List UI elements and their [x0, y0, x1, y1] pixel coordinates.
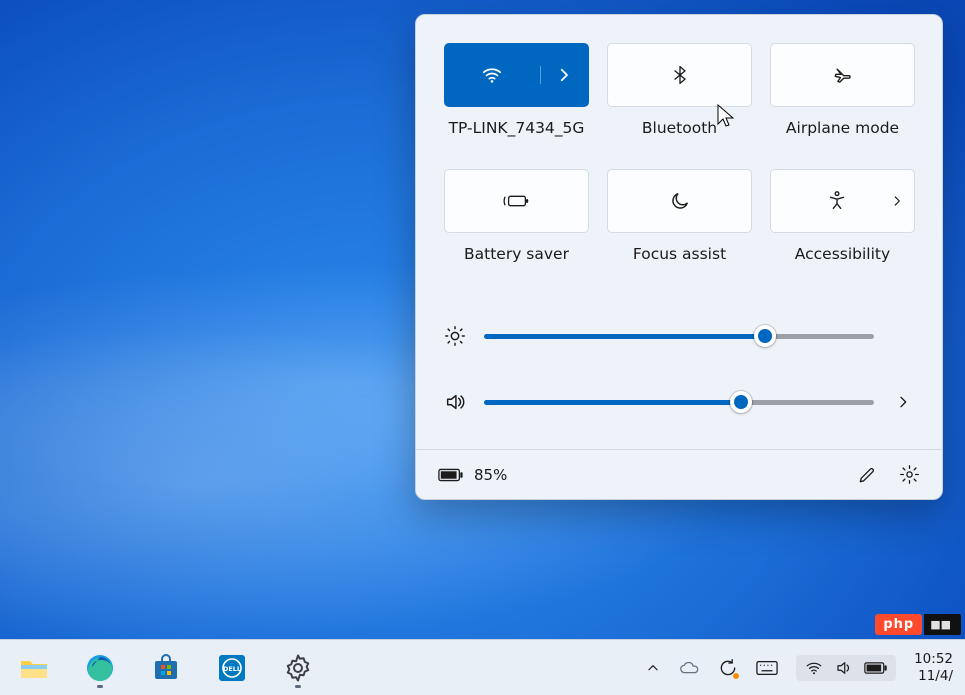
watermark-badge: php ■■ — [875, 614, 961, 635]
volume-row — [444, 391, 914, 413]
battery-pct-label: 85% — [474, 466, 507, 484]
settings-app-icon[interactable] — [276, 646, 320, 690]
edge-browser-icon[interactable] — [78, 646, 122, 690]
file-explorer-icon[interactable] — [12, 646, 56, 690]
tile-wrap-bluetooth: Bluetooth — [607, 43, 752, 159]
tile-wrap-airplane: Airplane mode — [770, 43, 915, 159]
onedrive-tray-icon[interactable] — [678, 660, 700, 676]
tile-label-bluetooth: Bluetooth — [642, 119, 717, 159]
edit-quick-settings-button[interactable] — [857, 465, 877, 485]
system-tray: 10:52 11/4/ — [646, 651, 953, 683]
tile-label-battery-saver: Battery saver — [464, 245, 569, 285]
volume-icon — [444, 391, 466, 413]
tile-focus-assist[interactable] — [607, 169, 752, 233]
svg-text:DELL: DELL — [223, 665, 241, 673]
dell-app-icon[interactable]: DELL — [210, 646, 254, 690]
tile-wrap-wifi: TP-LINK_7434_5G — [444, 43, 589, 159]
tile-wifi-toggle[interactable] — [445, 64, 540, 86]
tile-wrap-focus-assist: Focus assist — [607, 169, 752, 285]
watermark-right: ■■ — [924, 614, 961, 635]
clock-time: 10:52 — [914, 651, 953, 667]
wifi-tray-icon — [804, 659, 824, 677]
windows-update-tray-icon[interactable] — [718, 658, 738, 678]
moon-icon — [669, 190, 691, 212]
accessibility-icon — [826, 190, 848, 212]
volume-tray-icon — [834, 659, 854, 677]
tile-airplane[interactable] — [770, 43, 915, 107]
tile-wifi[interactable] — [444, 43, 589, 107]
quick-settings-footer: 85% — [416, 449, 942, 499]
settings-button[interactable] — [899, 464, 920, 485]
tile-label-focus-assist: Focus assist — [633, 245, 726, 285]
taskbar-clock[interactable]: 10:52 11/4/ — [914, 651, 953, 683]
tile-label-wifi: TP-LINK_7434_5G — [449, 119, 585, 159]
battery-icon — [438, 467, 464, 483]
airplane-icon — [832, 64, 854, 86]
microsoft-store-icon[interactable] — [144, 646, 188, 690]
tile-wrap-battery-saver: Battery saver — [444, 169, 589, 285]
tile-battery-saver[interactable] — [444, 169, 589, 233]
bluetooth-icon — [670, 65, 690, 85]
tile-label-accessibility: Accessibility — [795, 245, 890, 285]
battery-status[interactable]: 85% — [438, 466, 507, 484]
tile-accessibility[interactable] — [770, 169, 915, 233]
brightness-slider[interactable] — [484, 334, 874, 339]
tile-wifi-expand[interactable] — [540, 66, 588, 84]
wifi-icon — [481, 64, 503, 86]
battery-saver-icon — [503, 191, 531, 211]
volume-expand-button[interactable] — [892, 394, 914, 410]
input-indicator-tray-icon[interactable] — [756, 660, 778, 676]
volume-slider[interactable] — [484, 400, 874, 405]
quick-settings-grid: TP-LINK_7434_5G Bluetooth — [444, 43, 914, 285]
brightness-icon — [444, 325, 466, 347]
taskbar-pinned-apps: DELL — [12, 646, 320, 690]
chevron-right-icon — [555, 66, 573, 84]
volume-slider-thumb[interactable] — [730, 391, 752, 413]
tile-bluetooth[interactable] — [607, 43, 752, 107]
sliders-section — [444, 325, 914, 413]
tile-wrap-accessibility: Accessibility — [770, 169, 915, 285]
battery-tray-icon — [864, 661, 888, 675]
watermark-left: php — [875, 614, 922, 635]
tray-overflow-button[interactable] — [646, 661, 660, 675]
taskbar: DELL — [0, 639, 965, 695]
brightness-slider-thumb[interactable] — [754, 325, 776, 347]
quick-settings-panel: TP-LINK_7434_5G Bluetooth — [415, 14, 943, 500]
brightness-row — [444, 325, 914, 347]
clock-date: 11/4/ — [914, 668, 953, 684]
chevron-right-icon — [890, 194, 904, 208]
tile-label-airplane: Airplane mode — [786, 119, 899, 159]
quick-settings-tray-button[interactable] — [796, 655, 896, 681]
